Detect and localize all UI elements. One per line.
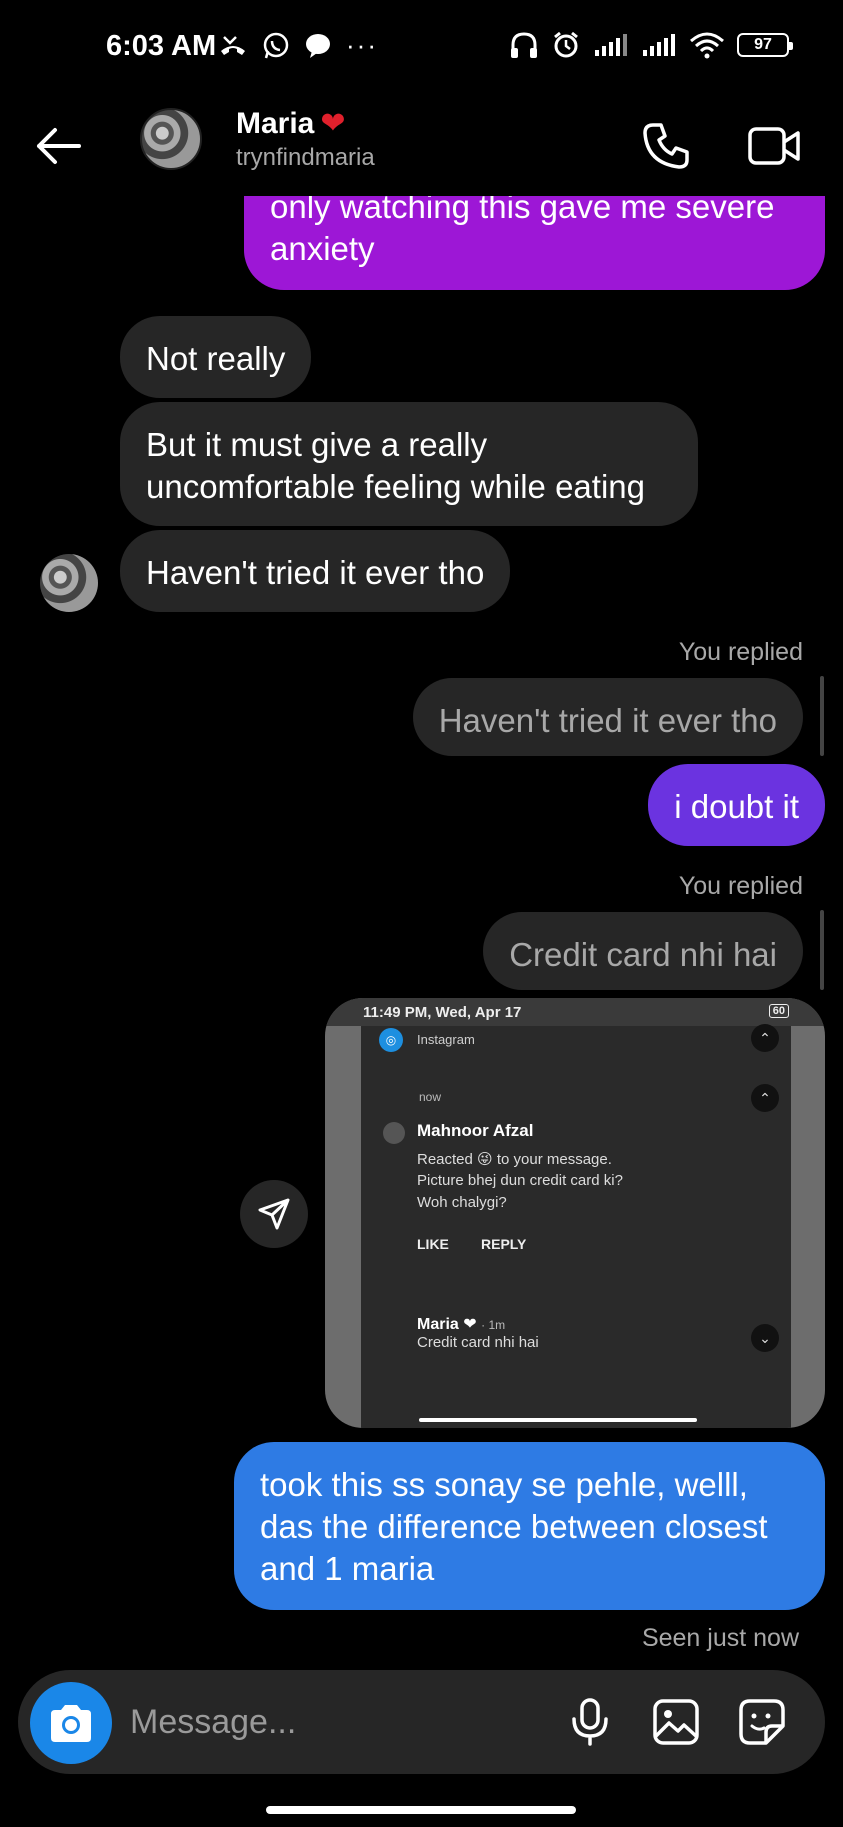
status-system-icons: 97 [509, 30, 793, 60]
chevron-up-icon: ⌃ [751, 1024, 779, 1052]
replied-label: You replied [678, 872, 803, 900]
received-message[interactable]: Not really [120, 316, 312, 398]
send-icon [258, 1198, 290, 1230]
voice-call-button[interactable] [636, 116, 696, 176]
wifi-icon [690, 32, 724, 59]
messenger-icon [306, 33, 330, 58]
screenshot-battery: 60 [768, 1004, 789, 1018]
missed-call-icon [221, 35, 245, 55]
back-button[interactable] [30, 118, 86, 174]
contact-name[interactable]: Maria ❤ [236, 106, 346, 141]
sticker-button[interactable] [736, 1696, 788, 1748]
avatar[interactable] [140, 108, 202, 170]
status-notification-icons: ··· [218, 30, 378, 61]
video-camera-icon [748, 127, 800, 165]
alarm-icon [554, 31, 578, 58]
notification-panel: ◎ Instagram ⌃ now ⌃ Mahnoor Afzal Reacte… [361, 1024, 791, 1428]
image-icon [653, 1699, 699, 1745]
microphone-icon [572, 1698, 608, 1746]
message-composer [18, 1670, 825, 1774]
chevron-up-icon: ⌃ [751, 1084, 779, 1112]
battery-icon: 97 [737, 33, 793, 57]
reply-indicator [820, 676, 824, 756]
arrow-left-icon [37, 128, 81, 164]
more-notifications-icon: ··· [346, 30, 378, 60]
status-bar: 6:03 AM ··· 97 [0, 0, 843, 96]
notification-reply-action: REPLY [481, 1236, 527, 1252]
avatar[interactable] [40, 554, 98, 612]
chevron-down-icon: ⌄ [751, 1324, 779, 1352]
notification-line: Reacted 😜 to your message. [417, 1151, 612, 1168]
received-message[interactable]: Haven't tried it ever tho [120, 530, 511, 612]
replied-to-message[interactable]: Haven't tried it ever tho [412, 678, 803, 756]
message-input[interactable] [130, 1694, 460, 1750]
sent-message[interactable]: i doubt it [648, 764, 825, 846]
status-time: 6:03 AM [106, 30, 217, 62]
whatsapp-icon [263, 32, 289, 58]
camera-icon [51, 1705, 91, 1742]
received-message[interactable]: But it must give a really uncomfortable … [120, 402, 698, 526]
home-indicator[interactable] [266, 1806, 576, 1814]
seen-status: Seen just now [641, 1624, 799, 1652]
notification-sender: Maria ❤ · 1m [417, 1316, 506, 1333]
contact-username[interactable]: trynfindmaria [236, 144, 375, 172]
headset-icon [511, 32, 537, 58]
avatar [383, 1122, 405, 1144]
phone-icon [643, 123, 689, 169]
chat-header: Maria ❤ trynfindmaria [0, 96, 843, 196]
share-button[interactable] [240, 1180, 308, 1248]
notification-line: Woh chalygi? [417, 1194, 507, 1211]
video-call-button[interactable] [744, 116, 804, 176]
notification-line: Picture bhej dun credit card ki? [417, 1172, 623, 1189]
notification-sender: Mahnoor Afzal [417, 1121, 534, 1140]
heart-icon: ❤ [320, 107, 346, 140]
notification-time: now [419, 1090, 442, 1104]
gallery-button[interactable] [650, 1696, 702, 1748]
sent-message[interactable]: took this ss sonay se pehle, welll, das … [234, 1442, 825, 1610]
sticker-icon [739, 1699, 785, 1745]
home-indicator [419, 1418, 697, 1422]
microphone-button[interactable] [564, 1696, 616, 1748]
replied-label: You replied [678, 638, 803, 666]
notification-message: Credit card nhi hai [417, 1334, 539, 1351]
image-attachment[interactable]: 11:49 PM, Wed, Apr 17 60 ◎ Instagram ⌃ n… [325, 998, 825, 1428]
signal-icon-2 [643, 34, 675, 56]
replied-to-message[interactable]: Credit card nhi hai [483, 912, 803, 990]
screenshot-time: 11:49 PM, Wed, Apr 17 [363, 1004, 522, 1021]
screenshot-status-bar: 11:49 PM, Wed, Apr 17 60 [325, 998, 825, 1026]
signal-icon [595, 34, 627, 56]
camera-button[interactable] [30, 1682, 112, 1764]
notification-like-action: LIKE [417, 1236, 449, 1252]
reply-indicator [820, 910, 824, 990]
notification-app-name: Instagram [417, 1032, 475, 1047]
instagram-icon: ◎ [379, 1028, 403, 1052]
